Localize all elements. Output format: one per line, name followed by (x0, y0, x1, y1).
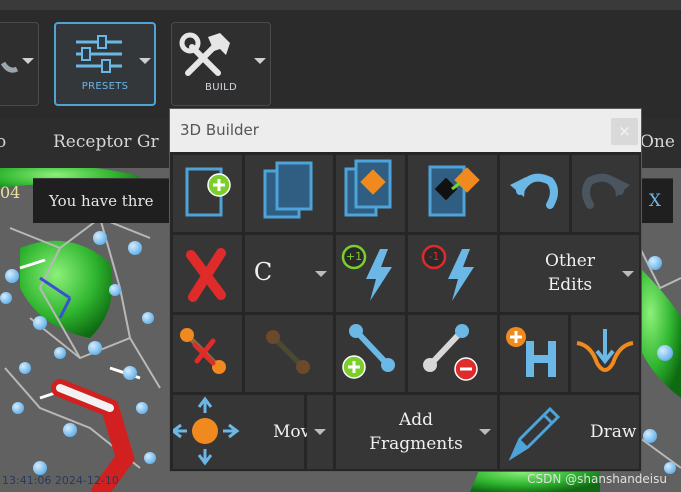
move-dropdown[interactable] (307, 395, 333, 469)
add-bond-icon (342, 324, 395, 379)
build-dropdown-arrow[interactable] (254, 58, 266, 64)
toolbar-ribbon: PRESETS BUILD (0, 0, 681, 118)
replace-fragment-button[interactable] (336, 155, 405, 232)
replace-fragment-icon (344, 159, 392, 217)
add-fragments-label-line1: Add (398, 410, 434, 430)
other-edits-button[interactable]: Other Edits (500, 235, 639, 312)
timestamp: 13:41:06 2024-12-10 (2, 474, 119, 487)
notification-text: You have thre (49, 192, 154, 210)
sliders-icon (76, 35, 122, 73)
copy-structure-button[interactable] (245, 155, 333, 232)
add-hydrogen-icon (506, 327, 556, 377)
tab-receptor-grid[interactable]: Receptor Gr (53, 132, 159, 152)
dialog-title-bar[interactable]: 3D Builder × (170, 109, 641, 152)
left-edge-number: 04 (0, 183, 21, 202)
pencil-icon (508, 406, 561, 461)
draw-button[interactable]: Draw (500, 395, 639, 469)
hammer-wrench-icon (179, 32, 230, 76)
remove-bond-icon (423, 324, 478, 381)
move-label: Mov (273, 422, 311, 442)
other-edits-label-line2: Edits (547, 275, 593, 295)
remove-bond-button[interactable] (408, 315, 497, 392)
move-dropdown-caret (314, 429, 326, 435)
element-selector[interactable]: C (245, 235, 333, 312)
decrease-charge-icon (421, 244, 474, 301)
notification-close-button[interactable]: X (649, 191, 661, 211)
other-edits-dropdown-caret[interactable] (622, 271, 634, 277)
minimize-button[interactable] (571, 315, 639, 392)
copy-pages-icon (263, 161, 313, 219)
partial-tool-icon (0, 61, 19, 73)
add-fragments-label-line2: Fragments (369, 434, 463, 454)
delete-bond-button[interactable] (173, 315, 242, 392)
undo-arrow-icon (510, 173, 558, 209)
presets-label: PRESETS (81, 81, 129, 92)
undo-button[interactable] (500, 155, 569, 232)
presets-button[interactable]: PRESETS (54, 22, 156, 106)
move-button[interactable]: Mov (173, 395, 311, 469)
tab-partial-right[interactable]: One (640, 132, 675, 152)
new-structure-button[interactable] (173, 155, 242, 232)
increase-charge-button[interactable]: +1 (336, 235, 405, 312)
add-bond-button[interactable] (336, 315, 405, 392)
transfer-fragment-icon (428, 165, 480, 217)
presets-dropdown-arrow[interactable] (139, 58, 151, 64)
ribbon-button-partial[interactable] (0, 22, 39, 106)
transfer-fragment-button[interactable] (408, 155, 497, 232)
other-edits-label-line1: Other (545, 251, 595, 271)
red-x-delete-icon (186, 248, 226, 302)
dialog-title: 3D Builder (180, 121, 259, 139)
delete-atom-button[interactable] (173, 235, 242, 312)
build-button[interactable]: BUILD (171, 22, 271, 106)
redo-arrow-icon (582, 173, 630, 209)
redo-button[interactable] (572, 155, 639, 232)
watermark: CSDN @shanshandeisu (527, 472, 667, 486)
ribbon-top-strip (0, 0, 681, 10)
decrease-charge-badge: -1 (428, 250, 440, 263)
add-fragments-dropdown-caret[interactable] (479, 429, 491, 435)
add-fragments-button[interactable]: Add Fragments (336, 395, 497, 469)
bond-icon (266, 330, 310, 374)
partial-dropdown-arrow[interactable] (22, 58, 34, 64)
minimize-curve-icon (576, 329, 634, 372)
move-arrows-icon (173, 396, 240, 466)
delete-bond-icon (180, 328, 226, 374)
add-hydrogens-button[interactable] (500, 315, 568, 392)
tab-partial-left[interactable]: o (0, 132, 6, 152)
draw-label: Draw (590, 422, 637, 442)
decrease-charge-button[interactable]: -1 (408, 235, 497, 312)
new-document-plus-icon (185, 167, 231, 217)
element-symbol: C (253, 258, 273, 286)
3d-builder-dialog: 3D Builder × C +1 -1 Other Edits Mov Add… (169, 108, 642, 472)
element-dropdown-caret[interactable] (315, 271, 327, 277)
bond-button[interactable] (245, 315, 333, 392)
increase-charge-badge: +1 (345, 250, 363, 263)
build-label: BUILD (205, 82, 237, 93)
dialog-close-button[interactable]: × (611, 118, 638, 145)
